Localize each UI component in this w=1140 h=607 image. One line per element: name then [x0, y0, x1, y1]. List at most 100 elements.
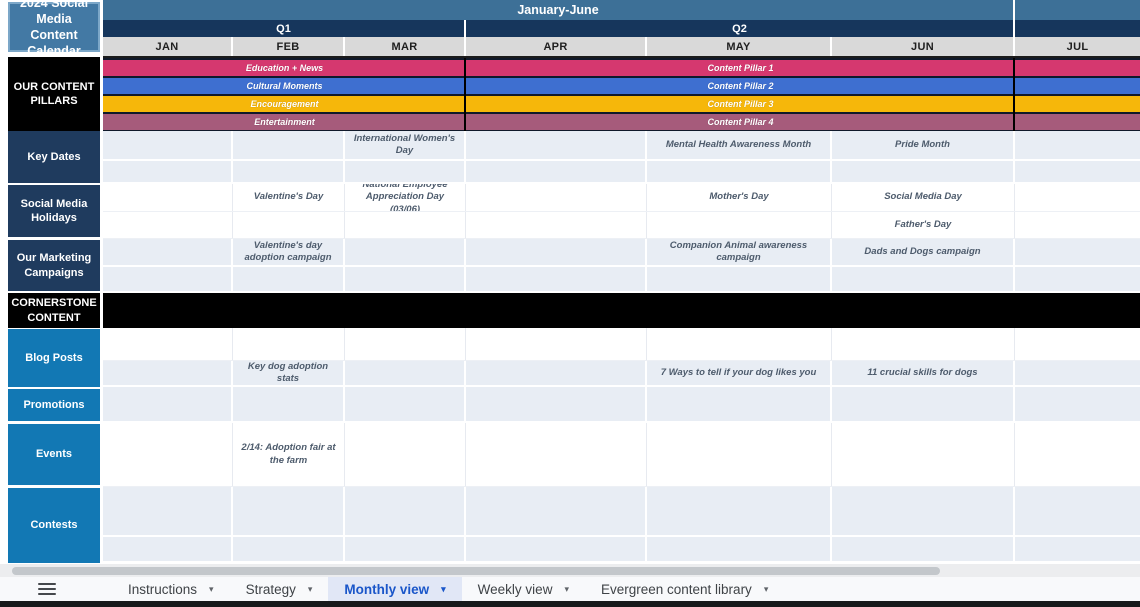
grid-cell-apr-contests[interactable] — [466, 487, 647, 535]
grid-cell-apr-key-dates[interactable] — [466, 161, 647, 182]
grid-cell-jan-blog-posts[interactable] — [103, 361, 233, 385]
grid-cell-mar-social-media-holidays[interactable]: National Employee Appreciation Day (03/0… — [345, 184, 466, 211]
grid-cell-jun-contests[interactable] — [832, 487, 1015, 535]
grid-cell-apr-blog-posts[interactable] — [466, 328, 647, 360]
grid-cell-jun-social-media-holidays[interactable]: Social Media Day — [832, 184, 1015, 211]
grid-cell-jul-contests[interactable] — [1015, 487, 1140, 535]
grid-cell-apr-promotions[interactable] — [466, 387, 647, 421]
quarter-cell-q2[interactable]: Q2 — [466, 20, 1015, 37]
grid-cell-apr-key-dates[interactable] — [466, 131, 647, 159]
grid-cell-jun-promotions[interactable] — [832, 387, 1015, 421]
month-header-apr[interactable]: APR — [466, 37, 647, 56]
grid-cell-jan-marketing-campaigns[interactable] — [103, 267, 233, 291]
grid-cell-jun-key-dates[interactable] — [832, 161, 1015, 182]
grid-cell-jan-contests[interactable] — [103, 537, 233, 561]
pillar-bar-encouragement[interactable]: Encouragement Content Pillar 3 — [103, 96, 1140, 112]
sidebar-section-promotions[interactable]: Promotions — [8, 389, 100, 421]
tab-dropdown-icon[interactable]: ▾ — [564, 584, 569, 595]
grid-cell-feb-blog-posts[interactable] — [233, 328, 345, 360]
grid-cell-jan-contests[interactable] — [103, 487, 233, 535]
grid-cell-may-contests[interactable] — [647, 537, 832, 561]
grid-cell-apr-events[interactable] — [466, 423, 647, 486]
grid-cell-jul-social-media-holidays[interactable] — [1015, 184, 1140, 211]
quarter-cell-q3[interactable] — [1015, 20, 1140, 37]
grid-cell-may-contests[interactable] — [647, 487, 832, 535]
sidebar-section-cornerstone-content[interactable]: CORNERSTONE CONTENT — [8, 293, 100, 328]
grid-cell-apr-contests[interactable] — [466, 537, 647, 561]
horizontal-scrollbar[interactable] — [0, 564, 1140, 577]
grid-cell-jul-blog-posts[interactable] — [1015, 361, 1140, 385]
grid-cell-jan-key-dates[interactable] — [103, 131, 233, 159]
tab-instructions[interactable]: Instructions ▾ — [112, 577, 230, 601]
grid-cell-may-key-dates[interactable]: Mental Health Awareness Month — [647, 131, 832, 159]
sidebar-section-blog-posts[interactable]: Blog Posts — [8, 329, 100, 387]
grid-cell-jun-blog-posts[interactable] — [832, 328, 1015, 360]
grid-cell-apr-social-media-holidays[interactable] — [466, 212, 647, 238]
grid-cell-jun-marketing-campaigns[interactable]: Dads and Dogs campaign — [832, 239, 1015, 265]
grid-cell-feb-social-media-holidays[interactable]: Valentine's Day — [233, 184, 345, 211]
grid-cell-mar-promotions[interactable] — [345, 387, 466, 421]
tab-monthly-view[interactable]: Monthly view ▾ — [328, 577, 462, 601]
grid-cell-jul-marketing-campaigns[interactable] — [1015, 267, 1140, 291]
grid-cell-mar-contests[interactable] — [345, 537, 466, 561]
grid-cell-feb-contests[interactable] — [233, 487, 345, 535]
grid-cell-feb-contests[interactable] — [233, 537, 345, 561]
grid-cell-may-promotions[interactable] — [647, 387, 832, 421]
grid-cell-jun-contests[interactable] — [832, 537, 1015, 561]
grid-cell-feb-events[interactable]: 2/14: Adoption fair at the farm — [233, 423, 345, 486]
pillar-bar-education-news[interactable]: Education + News Content Pillar 1 — [103, 60, 1140, 76]
sidebar-section-social-media-holidays[interactable]: Social Media Holidays — [8, 185, 100, 237]
month-header-jan[interactable]: JAN — [103, 37, 233, 56]
grid-cell-may-key-dates[interactable] — [647, 161, 832, 182]
grid-cell-jul-social-media-holidays[interactable] — [1015, 212, 1140, 238]
grid-cell-jan-key-dates[interactable] — [103, 161, 233, 182]
grid-cell-jan-promotions[interactable] — [103, 387, 233, 421]
grid-cell-mar-events[interactable] — [345, 423, 466, 486]
quarter-cell-q1[interactable]: Q1 — [103, 20, 466, 37]
grid-cell-feb-promotions[interactable] — [233, 387, 345, 421]
grid-cell-jul-key-dates[interactable] — [1015, 131, 1140, 159]
tab-dropdown-icon[interactable]: ▾ — [308, 584, 313, 595]
grid-cell-feb-key-dates[interactable] — [233, 131, 345, 159]
grid-cell-apr-marketing-campaigns[interactable] — [466, 267, 647, 291]
grid-cell-feb-key-dates[interactable] — [233, 161, 345, 182]
sidebar-section-events[interactable]: Events — [8, 424, 100, 485]
grid-cell-jul-key-dates[interactable] — [1015, 161, 1140, 182]
header-range-next-cell[interactable] — [1015, 0, 1140, 20]
grid-cell-feb-marketing-campaigns[interactable] — [233, 267, 345, 291]
grid-cell-jan-social-media-holidays[interactable] — [103, 184, 233, 211]
grid-cell-jun-events[interactable] — [832, 423, 1015, 486]
grid-cell-jul-events[interactable] — [1015, 423, 1140, 486]
grid-cell-jun-social-media-holidays[interactable]: Father's Day — [832, 212, 1015, 238]
grid-cell-mar-social-media-holidays[interactable] — [345, 212, 466, 238]
tab-strategy[interactable]: Strategy ▾ — [230, 577, 329, 601]
tab-weekly-view[interactable]: Weekly view ▾ — [462, 577, 585, 601]
grid-cell-feb-social-media-holidays[interactable] — [233, 212, 345, 238]
month-header-may[interactable]: MAY — [647, 37, 832, 56]
grid-cell-mar-key-dates[interactable] — [345, 161, 466, 182]
sidebar-section-contests[interactable]: Contests — [8, 488, 100, 563]
grid-cell-jan-blog-posts[interactable] — [103, 328, 233, 360]
grid-cell-jul-marketing-campaigns[interactable] — [1015, 239, 1140, 265]
month-header-jun[interactable]: JUN — [832, 37, 1015, 56]
pillar-bar-entertainment[interactable]: Entertainment Content Pillar 4 — [103, 114, 1140, 130]
grid-cell-may-blog-posts[interactable]: 7 Ways to tell if your dog likes you — [647, 361, 832, 385]
tab-dropdown-icon[interactable]: ▾ — [764, 584, 769, 595]
month-header-mar[interactable]: MAR — [345, 37, 466, 56]
header-range-cell[interactable]: January-June — [103, 0, 1015, 20]
grid-cell-mar-marketing-campaigns[interactable] — [345, 267, 466, 291]
tab-dropdown-icon[interactable]: ▾ — [441, 584, 446, 595]
grid-cell-jan-marketing-campaigns[interactable] — [103, 239, 233, 265]
grid-cell-apr-social-media-holidays[interactable] — [466, 184, 647, 211]
grid-cell-jun-blog-posts[interactable]: 11 crucial skills for dogs — [832, 361, 1015, 385]
sidebar-section-our-marketing-campaigns[interactable]: Our Marketing Campaigns — [8, 240, 100, 291]
month-header-jul[interactable]: JUL — [1015, 37, 1140, 56]
grid-cell-jan-social-media-holidays[interactable] — [103, 212, 233, 238]
grid-cell-feb-marketing-campaigns[interactable]: Valentine's day adoption campaign — [233, 239, 345, 265]
grid-cell-apr-blog-posts[interactable] — [466, 361, 647, 385]
grid-cell-jun-key-dates[interactable]: Pride Month — [832, 131, 1015, 159]
grid-cell-may-marketing-campaigns[interactable] — [647, 267, 832, 291]
pillar-bar-cultural-moments[interactable]: Cultural Moments Content Pillar 2 — [103, 78, 1140, 94]
tab-dropdown-icon[interactable]: ▾ — [209, 584, 214, 595]
grid-cell-jul-promotions[interactable] — [1015, 387, 1140, 421]
